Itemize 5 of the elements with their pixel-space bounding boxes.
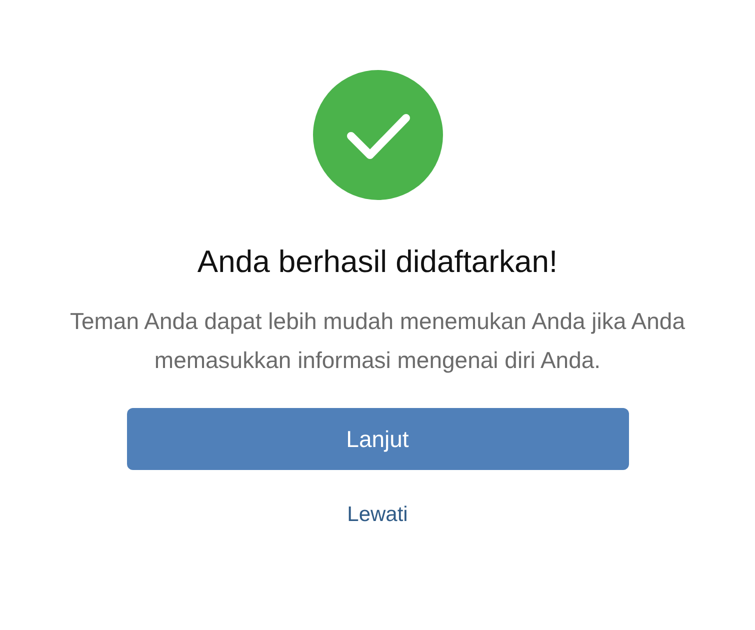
info-message: Teman Anda dapat lebih mudah menemukan Anda jika Anda memasukkan informasi mengenai diri Anda.	[68, 307, 686, 375]
success-check-icon	[312, 70, 442, 200]
skip-link[interactable]: Lewati	[347, 503, 408, 527]
continue-button[interactable]: Lanjut	[126, 408, 628, 470]
success-title: Anda berhasil didaftarkan!	[197, 244, 558, 280]
